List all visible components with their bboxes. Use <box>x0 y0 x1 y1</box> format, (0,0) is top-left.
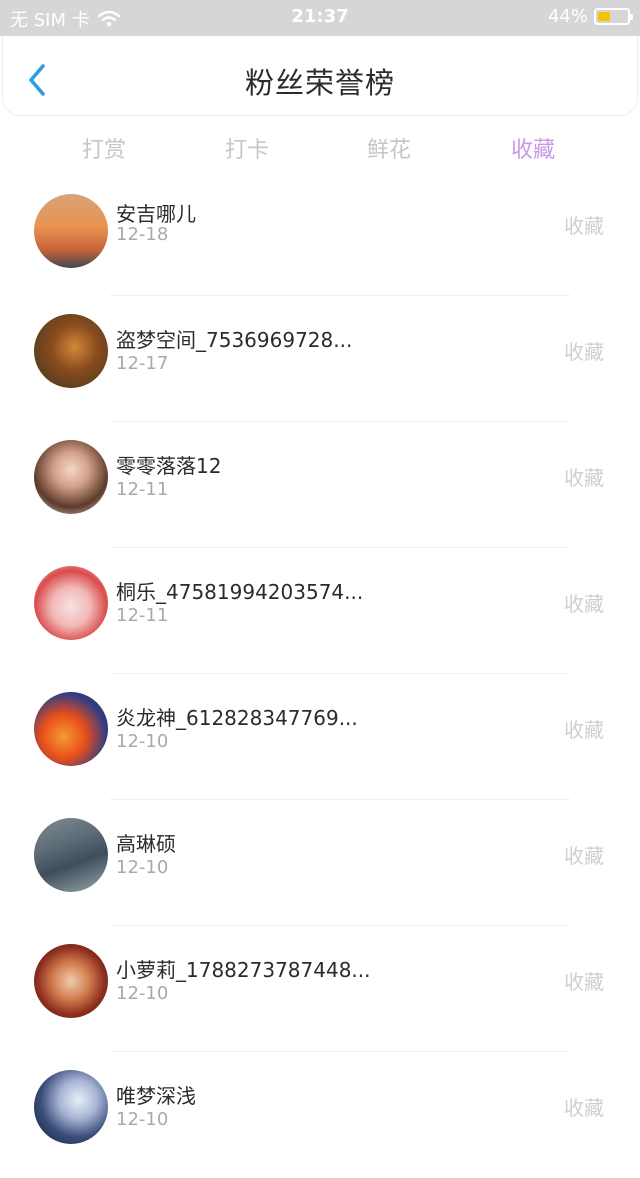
list-item[interactable]: 炎龙神_612828347769... 12-10 收藏 <box>0 674 640 800</box>
avatar[interactable] <box>34 692 108 766</box>
favorite-label: 收藏 <box>564 844 604 868</box>
favorite-label: 收藏 <box>564 1096 604 1120</box>
item-date: 12-10 <box>116 983 169 1004</box>
favorite-label: 收藏 <box>564 592 604 616</box>
user-name: 小萝莉_1788273787448... <box>116 958 371 982</box>
list-item[interactable]: 小萝莉_1788273787448... 12-10 收藏 <box>0 926 640 1052</box>
favorite-label: 收藏 <box>564 970 604 994</box>
item-date: 12-11 <box>116 479 169 500</box>
avatar[interactable] <box>34 566 108 640</box>
tab-checkin[interactable]: 打卡 <box>187 132 307 164</box>
status-time: 21:37 <box>291 6 349 27</box>
avatar[interactable] <box>34 944 108 1018</box>
user-name: 零零落落12 <box>116 454 222 478</box>
user-name: 桐乐_47581994203574... <box>116 580 364 604</box>
fan-list: 安吉哪儿 12-18 收藏 盗梦空间_7536969728... 12-17 收… <box>0 194 640 1178</box>
nav-header: 粉丝荣誉榜 <box>2 36 638 116</box>
tab-flowers[interactable]: 鲜花 <box>329 132 449 164</box>
battery-level <box>598 12 611 21</box>
item-date: 12-10 <box>116 857 169 878</box>
favorite-label: 收藏 <box>564 340 604 364</box>
user-name: 唯梦深浅 <box>116 1084 196 1108</box>
list-item[interactable]: 唯梦深浅 12-10 收藏 <box>0 1052 640 1178</box>
item-date: 12-17 <box>116 353 169 374</box>
avatar[interactable] <box>34 818 108 892</box>
tab-bar: 打赏 打卡 鲜花 收藏 <box>0 128 640 172</box>
list-item[interactable]: 桐乐_47581994203574... 12-11 收藏 <box>0 548 640 674</box>
item-date: 12-11 <box>116 605 169 626</box>
user-name: 盗梦空间_7536969728... <box>116 328 353 352</box>
avatar[interactable] <box>34 440 108 514</box>
status-right: 44% <box>547 6 633 27</box>
item-date: 12-10 <box>116 1109 169 1130</box>
list-item[interactable]: 高琳硕 12-10 收藏 <box>0 800 640 926</box>
item-date: 12-18 <box>116 224 169 245</box>
item-date: 12-10 <box>116 731 169 752</box>
page-title: 粉丝荣誉榜 <box>244 66 395 100</box>
avatar[interactable] <box>34 314 108 388</box>
battery-percent: 44% <box>547 6 588 27</box>
list-item[interactable]: 零零落落12 12-11 收藏 <box>0 422 640 548</box>
avatar[interactable] <box>34 194 108 268</box>
favorite-label: 收藏 <box>564 466 604 490</box>
list-item[interactable]: 盗梦空间_7536969728... 12-17 收藏 <box>0 296 640 422</box>
avatar[interactable] <box>34 1070 108 1144</box>
battery-icon <box>594 8 633 25</box>
favorite-label: 收藏 <box>564 718 604 742</box>
favorite-label: 收藏 <box>564 214 604 238</box>
user-name: 安吉哪儿 <box>116 202 196 226</box>
user-name: 炎龙神_612828347769... <box>116 706 358 730</box>
user-name: 高琳硕 <box>116 832 176 856</box>
tab-favorites[interactable]: 收藏 <box>473 132 593 164</box>
tab-tip[interactable]: 打赏 <box>44 132 164 164</box>
status-bar: 无 SIM 卡 21:37 44% <box>0 0 640 36</box>
